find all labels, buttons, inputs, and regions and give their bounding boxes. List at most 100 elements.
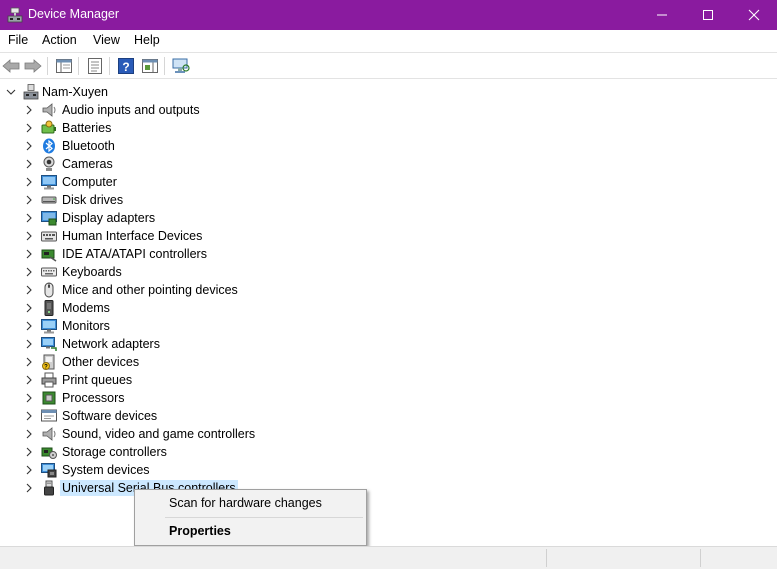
chevron-right-icon[interactable] xyxy=(22,463,36,477)
battery-icon xyxy=(41,120,56,134)
tree-item-monitor[interactable]: Monitors xyxy=(0,317,777,335)
tree-item-network-adapter[interactable]: Network adapters xyxy=(0,335,777,353)
chevron-right-icon[interactable] xyxy=(22,247,36,261)
properties-icon xyxy=(88,58,102,74)
back-button[interactable] xyxy=(1,56,21,76)
tree-item-printer[interactable]: Print queues xyxy=(0,371,777,389)
toolbar-separator xyxy=(109,57,110,75)
title-bar: Device Manager xyxy=(0,0,777,30)
console-tree-button[interactable] xyxy=(54,56,74,76)
scan-for-hardware-changes-label: Scan for hardware changes xyxy=(169,496,322,510)
tree-item-usb[interactable]: Universal Serial Bus controllers xyxy=(0,479,777,497)
tree-item-label: IDE ATA/ATAPI controllers xyxy=(62,247,207,261)
maximize-button[interactable] xyxy=(685,0,731,30)
chevron-right-icon[interactable] xyxy=(22,427,36,441)
tree-item-bluetooth[interactable]: Bluetooth xyxy=(0,137,777,155)
menu-help[interactable]: Help xyxy=(134,33,160,47)
properties-toolbar-button[interactable] xyxy=(85,56,105,76)
action-pane-button[interactable] xyxy=(140,56,160,76)
chevron-right-icon[interactable] xyxy=(22,193,36,207)
chevron-right-icon[interactable] xyxy=(22,229,36,243)
status-pane xyxy=(546,549,547,567)
tree-item-label: Disk drives xyxy=(62,193,124,207)
system-devices-icon xyxy=(41,463,57,478)
tree-item-software-device[interactable]: Software devices xyxy=(0,407,777,425)
tree-item-disk-drive[interactable]: Disk drives xyxy=(0,191,777,209)
tree-item-label: Mice and other pointing devices xyxy=(62,283,238,297)
tree-item-label: Sound, video and game controllers xyxy=(62,427,256,441)
scan-hardware-toolbar-button[interactable] xyxy=(171,56,191,76)
hid-icon xyxy=(41,231,57,242)
chevron-right-icon[interactable] xyxy=(22,337,36,351)
tree-item-label: Storage controllers xyxy=(62,445,167,459)
chevron-right-icon[interactable] xyxy=(22,445,36,459)
tree-item-mouse[interactable]: Mice and other pointing devices xyxy=(0,281,777,299)
tree-item-storage-controller[interactable]: Storage controllers xyxy=(0,443,777,461)
tree-item-computer[interactable]: Computer xyxy=(0,173,777,191)
minimize-button[interactable] xyxy=(639,0,685,30)
chevron-right-icon[interactable] xyxy=(22,301,36,315)
speaker-icon xyxy=(42,103,56,117)
chevron-right-icon[interactable] xyxy=(22,265,36,279)
tree-root[interactable]: Nam-Xuyen xyxy=(0,83,777,101)
close-button[interactable] xyxy=(731,0,777,30)
modem-icon xyxy=(44,300,54,316)
chevron-right-icon[interactable] xyxy=(22,121,36,135)
tree-item-processor[interactable]: Processors xyxy=(0,389,777,407)
context-menu: Scan for hardware changes Properties xyxy=(134,489,367,546)
chevron-right-icon[interactable] xyxy=(22,175,36,189)
tree-item-label: Other devices xyxy=(62,355,140,369)
tree-root-label: Nam-Xuyen xyxy=(42,85,108,99)
chevron-right-icon[interactable] xyxy=(22,103,36,117)
scan-for-hardware-changes-item[interactable]: Scan for hardware changes xyxy=(135,492,366,514)
chevron-right-icon[interactable] xyxy=(22,355,36,369)
tree-item-display-adapter[interactable]: Display adapters xyxy=(0,209,777,227)
other-devices-icon: ? xyxy=(42,354,55,371)
help-toolbar-button[interactable]: ? xyxy=(116,56,136,76)
chevron-right-icon[interactable] xyxy=(22,481,36,495)
usb-icon xyxy=(44,480,54,496)
menu-file[interactable]: File xyxy=(8,33,28,47)
tree-item-keyboard[interactable]: Keyboards xyxy=(0,263,777,281)
chevron-right-icon[interactable] xyxy=(22,157,36,171)
chevron-right-icon[interactable] xyxy=(22,211,36,225)
forward-button[interactable] xyxy=(23,56,43,76)
tree-item-system-devices[interactable]: System devices xyxy=(0,461,777,479)
svg-text:?: ? xyxy=(44,365,48,371)
chevron-right-icon[interactable] xyxy=(22,373,36,387)
tree-item-hid[interactable]: Human Interface Devices xyxy=(0,227,777,245)
tree-item-other-devices[interactable]: ? Other devices xyxy=(0,353,777,371)
chevron-right-icon[interactable] xyxy=(22,283,36,297)
tree-item-speaker[interactable]: Audio inputs and outputs xyxy=(0,101,777,119)
bluetooth-icon xyxy=(43,138,55,154)
menu-view[interactable]: View xyxy=(93,33,120,47)
tree-item-label: Print queues xyxy=(62,373,133,387)
collapse-icon[interactable] xyxy=(4,85,18,99)
tree-item-camera[interactable]: Cameras xyxy=(0,155,777,173)
tree-item-ide-controller[interactable]: IDE ATA/ATAPI controllers xyxy=(0,245,777,263)
tree-item-sound-controller[interactable]: Sound, video and game controllers xyxy=(0,425,777,443)
device-manager-icon xyxy=(7,7,23,23)
tree-item-modem[interactable]: Modems xyxy=(0,299,777,317)
properties-item[interactable]: Properties xyxy=(135,520,366,542)
printer-icon xyxy=(41,372,57,388)
action-pane-icon xyxy=(142,59,158,73)
processor-icon xyxy=(42,391,56,405)
chevron-right-icon[interactable] xyxy=(22,139,36,153)
tree-item-label: Human Interface Devices xyxy=(62,229,203,243)
status-pane xyxy=(700,549,701,567)
chevron-right-icon[interactable] xyxy=(22,391,36,405)
context-menu-divider xyxy=(165,517,363,518)
chevron-right-icon[interactable] xyxy=(22,319,36,333)
tree-item-label: Software devices xyxy=(62,409,158,423)
toolbar-separator xyxy=(47,57,48,75)
tree-item-battery[interactable]: Batteries xyxy=(0,119,777,137)
software-device-icon xyxy=(41,409,57,422)
ide-controller-icon xyxy=(41,249,57,262)
chevron-right-icon[interactable] xyxy=(22,409,36,423)
menu-action[interactable]: Action xyxy=(42,33,77,47)
storage-controller-icon xyxy=(41,447,57,459)
scan-hardware-icon xyxy=(172,58,190,73)
display-adapter-icon xyxy=(41,211,57,226)
tree-item-label: Modems xyxy=(62,301,110,315)
